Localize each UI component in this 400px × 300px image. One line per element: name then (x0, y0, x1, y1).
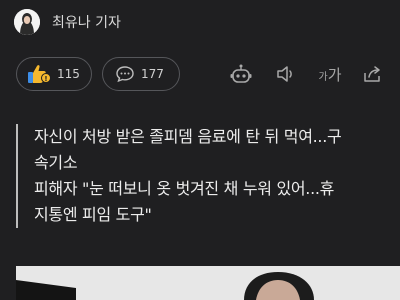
author-avatar[interactable] (14, 9, 40, 35)
article-photo[interactable] (16, 266, 400, 300)
clap-thumbs-up-icon: ! (27, 63, 51, 85)
subheadline-line-1: 자신이 처방 받은 졸피뎀 음료에 탄 뒤 먹여...구 (34, 127, 342, 146)
comment-count: 177 (141, 67, 164, 81)
share-button[interactable] (360, 61, 386, 87)
article-subheadline: 자신이 처방 받은 졸피뎀 음료에 탄 뒤 먹여...구 속기소 피해자 "눈 … (16, 124, 396, 228)
font-size-button[interactable]: 가가 (317, 61, 343, 87)
share-icon (362, 64, 384, 84)
subheadline-line-2: 속기소 (34, 153, 78, 172)
subheadline-line-4: 지통엔 피임 도구" (34, 205, 152, 224)
font-size-small-label: 가 (318, 71, 328, 83)
font-size-large-label: 가 (327, 65, 342, 84)
ai-robot-icon (229, 63, 253, 85)
listen-button[interactable] (273, 61, 299, 87)
subheadline-line-3: 피해자 "눈 떠보니 옷 벗겨진 채 누워 있어...휴 (34, 179, 335, 198)
like-count: 115 (57, 67, 80, 81)
ai-robot-button[interactable] (228, 61, 254, 87)
speaker-icon (275, 64, 297, 84)
svg-text:!: ! (44, 75, 47, 83)
comment-button[interactable]: 177 (102, 57, 180, 91)
article-toolbar: ! 115 177 가가 (16, 57, 386, 93)
comment-bubble-icon (115, 65, 135, 83)
author-row[interactable]: 최유나 기자 (14, 8, 121, 36)
font-size-icon: 가가 (318, 64, 341, 85)
like-button[interactable]: ! 115 (16, 57, 92, 91)
author-name[interactable]: 최유나 기자 (52, 12, 121, 32)
